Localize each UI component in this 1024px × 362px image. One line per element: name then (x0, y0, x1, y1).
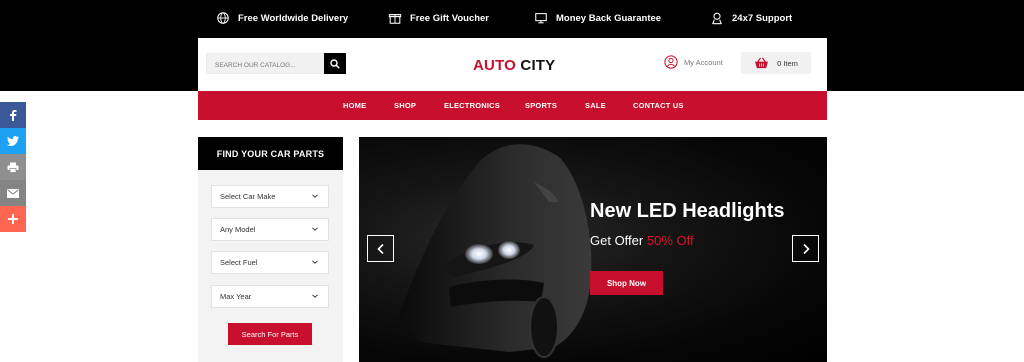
logo-part-city: CITY (520, 57, 556, 74)
nav-item-sale[interactable]: SALE (585, 101, 606, 110)
select-value: Select Car Make (220, 192, 276, 201)
search-icon (330, 58, 340, 69)
feature-bar: Free Worldwide Delivery Free Gift Vouche… (0, 0, 1024, 36)
feature-label: 24x7 Support (732, 12, 793, 24)
site-logo[interactable]: AUTO CITY (473, 57, 555, 74)
fuel-select[interactable]: Select Fuel (211, 251, 329, 274)
feature-money-back: Money Back Guarantee (534, 11, 661, 25)
feature-label: Free Worldwide Delivery (238, 12, 349, 24)
site-header: AUTO CITY My Account 0 Item (198, 38, 827, 91)
cart-basket-icon (755, 57, 769, 69)
globe-icon (217, 12, 229, 24)
hero-offer-highlight: 50% Off (646, 233, 694, 248)
slider-prev-button[interactable] (367, 235, 394, 262)
plus-icon (8, 214, 18, 224)
feature-delivery: Free Worldwide Delivery (216, 11, 348, 25)
social-share-bar (0, 102, 26, 232)
car-make-select[interactable]: Select Car Make (211, 185, 329, 208)
print-icon (7, 162, 19, 173)
car-image (399, 144, 592, 358)
cart-count: 0 Item (777, 58, 798, 68)
logo-part-auto: AUTO (473, 57, 517, 74)
car-parts-finder: FIND YOUR CAR PARTS Select Car Make Any … (198, 137, 343, 362)
nav-item-home[interactable]: HOME (343, 101, 366, 110)
hero-subtitle: Get Offer 50% Off (590, 233, 694, 248)
money-icon (535, 13, 547, 24)
gift-icon (388, 14, 402, 24)
user-icon (664, 55, 678, 69)
more-share-button[interactable] (0, 206, 26, 232)
chevron-right-icon (802, 243, 810, 254)
support-icon (712, 12, 722, 25)
email-icon (7, 188, 19, 198)
nav-item-shop[interactable]: SHOP (394, 101, 416, 110)
cart-button[interactable]: 0 Item (741, 52, 811, 74)
facebook-icon (10, 110, 17, 121)
hero-offer-text: Get Offer (590, 233, 644, 248)
model-select[interactable]: Any Model (211, 218, 329, 241)
feature-support: 24x7 Support (710, 11, 792, 25)
twitter-icon (7, 136, 19, 146)
search-box (206, 53, 346, 75)
feature-label: Free Gift Voucher (410, 12, 490, 24)
search-button[interactable] (324, 53, 346, 74)
nav-item-contact[interactable]: CONTACT US (633, 101, 684, 110)
select-value: Max Year (220, 292, 252, 301)
finder-title: FIND YOUR CAR PARTS (198, 137, 343, 170)
feature-label: Money Back Guarantee (556, 12, 662, 24)
account-link[interactable]: My Account (664, 55, 723, 69)
slider-next-button[interactable] (792, 235, 819, 262)
facebook-share-button[interactable] (0, 102, 26, 128)
search-input[interactable] (207, 56, 325, 75)
hero-title: New LED Headlights (590, 200, 785, 222)
shop-now-button[interactable]: Shop Now (590, 271, 663, 295)
nav-item-electronics[interactable]: ELECTRONICS (444, 101, 500, 110)
hero-slider: New LED Headlights Get Offer 50% Off Sho… (359, 137, 827, 362)
search-parts-button[interactable]: Search For Parts (228, 323, 312, 345)
chevron-down-icon (312, 294, 318, 298)
feature-gift: Free Gift Voucher (388, 11, 489, 25)
select-value: Any Model (220, 225, 256, 234)
twitter-share-button[interactable] (0, 128, 26, 154)
email-share-button[interactable] (0, 180, 26, 206)
select-value: Select Fuel (220, 258, 258, 267)
nav-item-sports[interactable]: SPORTS (525, 101, 557, 110)
chevron-down-icon (312, 260, 318, 264)
year-select[interactable]: Max Year (211, 285, 329, 308)
chevron-down-icon (312, 194, 318, 198)
account-label: My Account (684, 57, 723, 67)
chevron-left-icon (376, 243, 384, 254)
main-nav: HOME SHOP ELECTRONICS SPORTS SALE CONTAC… (198, 91, 827, 120)
print-button[interactable] (0, 154, 26, 180)
chevron-down-icon (312, 227, 318, 231)
